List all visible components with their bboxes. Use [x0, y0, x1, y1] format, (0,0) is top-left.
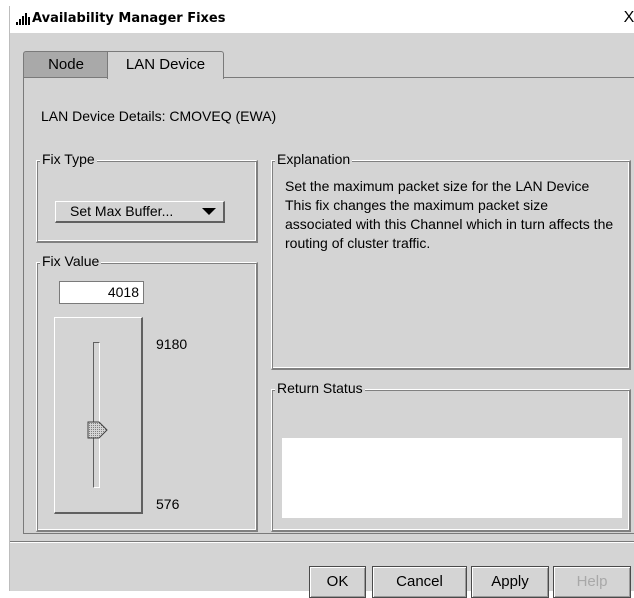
title-bar[interactable]: Availability Manager Fixes X	[10, 6, 634, 33]
apply-button[interactable]: Apply	[471, 566, 549, 598]
lan-device-details: LAN Device Details: CMOVEQ (EWA)	[41, 108, 277, 124]
return-status-legend: Return Status	[275, 379, 365, 397]
fix-value-legend: Fix Value	[40, 252, 102, 270]
explanation-text: Set the maximum packet size for the LAN …	[285, 177, 615, 253]
explanation-group: Explanation Set the maximum packet size …	[271, 150, 631, 370]
window-title: Availability Manager Fixes	[32, 11, 226, 26]
fix-value-input[interactable]: 4018	[59, 281, 144, 304]
explanation-line-1: Set the maximum packet size for the LAN …	[285, 178, 590, 194]
slider-max-label: 9180	[156, 336, 188, 352]
ok-button[interactable]: OK	[309, 566, 366, 598]
divider	[10, 541, 634, 543]
return-status-box	[282, 438, 622, 518]
slider-min-label: 576	[156, 496, 180, 512]
close-icon[interactable]: X	[621, 9, 634, 27]
app-bars-icon	[16, 13, 30, 25]
fix-value-group: Fix Value 4018 9180 576	[36, 252, 258, 532]
fix-type-selected: Set Max Buffer...	[70, 203, 174, 219]
slider-track[interactable]	[93, 342, 100, 488]
chevron-down-icon	[202, 208, 216, 215]
fixes-dialog: Availability Manager Fixes X Node LAN De…	[9, 6, 634, 598]
tab-lan-device[interactable]: LAN Device	[107, 51, 224, 79]
fix-value-slider[interactable]	[54, 317, 143, 514]
fix-type-group: Fix Type Set Max Buffer...	[36, 150, 258, 243]
tab-node[interactable]: Node	[23, 51, 109, 78]
cancel-button[interactable]: Cancel	[372, 566, 467, 598]
help-button: Help	[553, 566, 631, 598]
return-status-group: Return Status	[271, 379, 631, 532]
fix-type-dropdown[interactable]: Set Max Buffer...	[55, 201, 225, 223]
explanation-legend: Explanation	[275, 150, 353, 168]
slider-thumb[interactable]	[87, 421, 109, 439]
fix-type-legend: Fix Type	[40, 150, 97, 168]
lan-device-panel: LAN Device Details: CMOVEQ (EWA) Fix Typ…	[23, 77, 634, 534]
explanation-line-2: This fix changes the maximum packet size…	[285, 197, 614, 251]
